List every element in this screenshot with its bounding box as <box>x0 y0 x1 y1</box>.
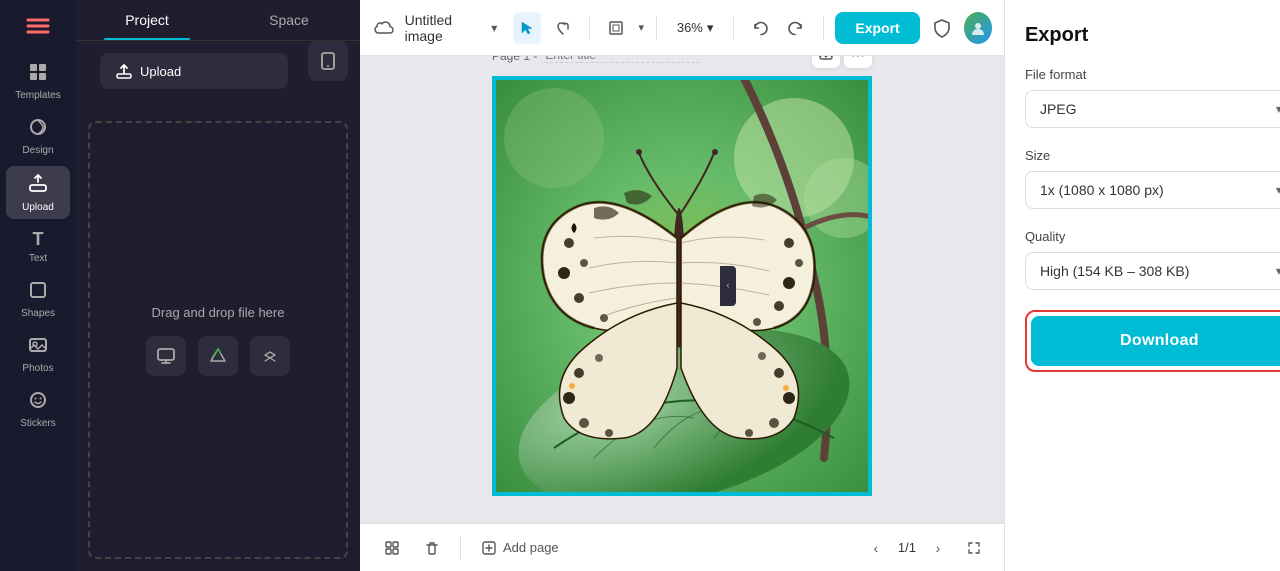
page-more-button[interactable]: ••• <box>844 56 872 68</box>
photos-icon <box>28 335 48 360</box>
panel-collapse-button[interactable]: ‹ <box>720 266 736 306</box>
drive-upload-icon[interactable] <box>198 336 238 376</box>
sidebar-item-templates[interactable]: Templates <box>6 56 70 107</box>
quality-label: Quality <box>1025 229 1280 244</box>
download-button-wrapper: Download <box>1025 310 1280 372</box>
dropbox-upload-icon[interactable] <box>250 336 290 376</box>
canvas-area: Page 1 - ••• <box>360 56 1004 523</box>
stickers-label: Stickers <box>20 418 56 429</box>
frame-dropdown-icon[interactable]: ▾ <box>638 21 644 34</box>
add-page-button[interactable]: Add page <box>473 534 567 562</box>
quality-select[interactable]: High (154 KB – 308 KB) Medium Low <box>1025 252 1280 290</box>
size-label: Size <box>1025 148 1280 163</box>
quality-field: Quality High (154 KB – 308 KB) Medium Lo… <box>1025 229 1280 290</box>
delete-page-button[interactable] <box>416 532 448 564</box>
dropzone-text: Drag and drop file here <box>152 305 285 320</box>
sidebar-item-shapes[interactable]: Shapes <box>6 274 70 325</box>
zoom-level: 36% <box>677 20 703 35</box>
page-image-button[interactable] <box>812 56 840 68</box>
canvas-page: Page 1 - ••• <box>492 76 872 496</box>
panel-tabs: Project Space <box>76 0 360 41</box>
file-format-select[interactable]: JPEG PNG PDF SVG GIF <box>1025 90 1280 128</box>
shapes-icon <box>28 280 48 305</box>
toolbar-divider-1 <box>589 16 590 40</box>
size-wrapper: 1x (1080 x 1080 px) 2x (2160 x 2160 px) … <box>1025 171 1280 209</box>
user-avatar[interactable] <box>964 12 992 44</box>
size-field: Size 1x (1080 x 1080 px) 2x (2160 x 2160… <box>1025 148 1280 209</box>
bottom-bar: Add page ‹ 1/1 › <box>360 523 1004 571</box>
bottom-divider <box>460 536 461 560</box>
cloud-save-icon[interactable] <box>372 14 397 42</box>
sidebar-item-design[interactable]: Design <box>6 111 70 162</box>
file-format-wrapper: JPEG PNG PDF SVG GIF <box>1025 90 1280 128</box>
page-label: Page 1 - <box>492 56 700 63</box>
sidebar-item-photos[interactable]: Photos <box>6 329 70 380</box>
page-number-label: Page 1 - <box>492 56 537 63</box>
size-select[interactable]: 1x (1080 x 1080 px) 2x (2160 x 2160 px) … <box>1025 171 1280 209</box>
shapes-label: Shapes <box>21 308 55 319</box>
export-panel-title: Export <box>1025 24 1280 47</box>
select-tool-button[interactable] <box>513 12 541 44</box>
frame-tool-button[interactable] <box>602 12 630 44</box>
undo-button[interactable] <box>746 12 774 44</box>
main-canvas-area: Untitled image ▾ ▾ 36% ▾ <box>360 0 1004 571</box>
shield-button[interactable] <box>928 12 956 44</box>
tablet-button[interactable] <box>308 41 348 81</box>
computer-upload-icon[interactable] <box>146 336 186 376</box>
templates-label: Templates <box>15 90 61 101</box>
upload-icon <box>27 172 49 199</box>
next-page-button[interactable]: › <box>924 534 952 562</box>
export-panel: Export File format JPEG PNG PDF SVG GIF … <box>1004 0 1280 571</box>
dropzone: Drag and drop file here <box>88 121 348 559</box>
upload-area: Upload <box>76 41 360 109</box>
dropzone-icons <box>146 336 290 376</box>
design-label: Design <box>22 145 53 156</box>
page-actions: ••• <box>812 56 872 68</box>
page-title-input[interactable] <box>545 56 700 63</box>
file-format-label: File format <box>1025 67 1280 82</box>
upload-button[interactable]: Upload <box>100 53 288 89</box>
app-logo[interactable] <box>20 8 56 44</box>
export-button[interactable]: Export <box>835 12 919 44</box>
upload-label: Upload <box>22 202 54 213</box>
sidebar-item-upload[interactable]: Upload <box>6 166 70 219</box>
design-icon <box>28 117 48 142</box>
zoom-control[interactable]: 36% ▾ <box>669 16 722 40</box>
tab-space[interactable]: Space <box>218 0 360 40</box>
page-indicator: 1/1 <box>898 540 916 555</box>
redo-button[interactable] <box>782 12 810 44</box>
left-panel: Project Space Upload Drag and drop file … <box>76 0 360 571</box>
document-title[interactable]: Untitled image <box>405 12 484 44</box>
text-icon: T <box>33 229 44 250</box>
grid-view-button[interactable] <box>376 532 408 564</box>
hand-tool-button[interactable] <box>549 12 577 44</box>
toolbar-divider-3 <box>733 16 734 40</box>
stickers-icon <box>28 390 48 415</box>
sidebar-item-stickers[interactable]: Stickers <box>6 384 70 435</box>
quality-wrapper: High (154 KB – 308 KB) Medium Low <box>1025 252 1280 290</box>
file-format-field: File format JPEG PNG PDF SVG GIF <box>1025 67 1280 128</box>
download-button[interactable]: Download <box>1031 316 1280 366</box>
toolbar-divider-4 <box>823 16 824 40</box>
text-label: Text <box>29 253 47 264</box>
toolbar: Untitled image ▾ ▾ 36% ▾ <box>360 0 1004 56</box>
tab-project[interactable]: Project <box>76 0 218 40</box>
prev-page-button[interactable]: ‹ <box>862 534 890 562</box>
sidebar-item-text[interactable]: T Text <box>6 223 70 270</box>
templates-icon <box>28 62 48 87</box>
page-navigation: ‹ 1/1 › <box>862 534 952 562</box>
title-dropdown-icon[interactable]: ▾ <box>491 21 497 35</box>
sidebar: Templates Design Upload T Text Shap <box>0 0 76 571</box>
zoom-dropdown-icon: ▾ <box>707 20 714 36</box>
photos-label: Photos <box>22 363 53 374</box>
canvas-frame[interactable] <box>492 76 872 496</box>
toolbar-divider-2 <box>656 16 657 40</box>
expand-button[interactable] <box>960 534 988 562</box>
